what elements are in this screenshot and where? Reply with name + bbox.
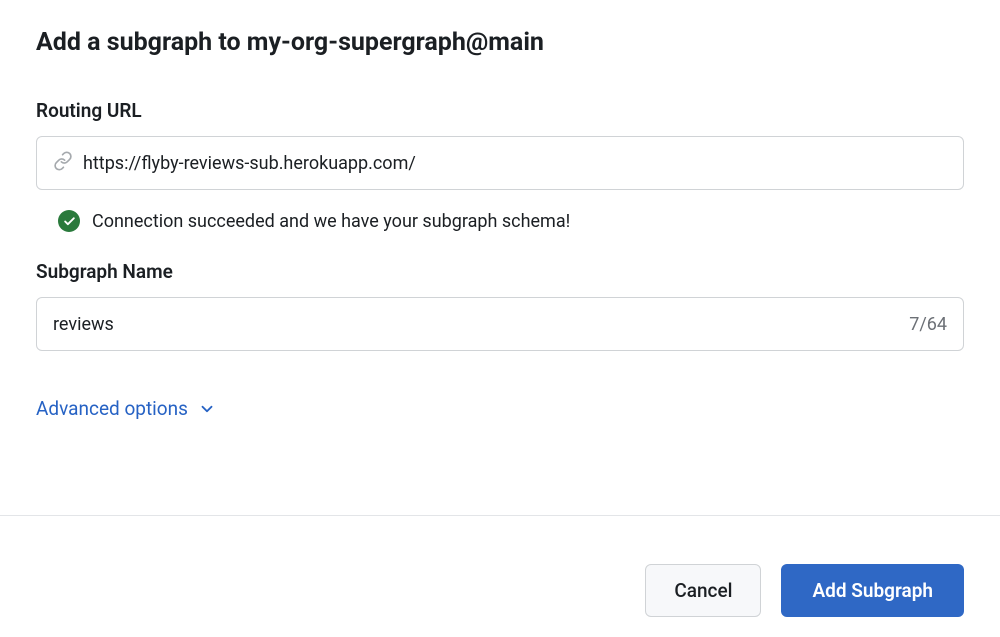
connection-status-row: Connection succeeded and we have your su… xyxy=(36,210,964,232)
subgraph-name-counter: 7/64 xyxy=(909,314,947,335)
add-subgraph-button[interactable]: Add Subgraph xyxy=(781,564,964,617)
cancel-button[interactable]: Cancel xyxy=(645,564,761,617)
dialog-footer: Cancel Add Subgraph xyxy=(0,515,1000,637)
subgraph-name-input[interactable] xyxy=(53,314,899,335)
routing-url-field-group: Routing URL Connection succeeded and we … xyxy=(36,99,964,232)
chevron-down-icon xyxy=(198,400,216,418)
add-subgraph-dialog: Add a subgraph to my-org-supergraph@main… xyxy=(0,0,1000,420)
link-icon xyxy=(53,151,73,175)
advanced-options-toggle[interactable]: Advanced options xyxy=(36,397,216,420)
subgraph-name-label: Subgraph Name xyxy=(36,260,964,283)
advanced-options-label: Advanced options xyxy=(36,397,188,420)
subgraph-name-input-wrapper[interactable]: 7/64 xyxy=(36,297,964,351)
subgraph-name-field-group: Subgraph Name 7/64 xyxy=(36,260,964,351)
dialog-title: Add a subgraph to my-org-supergraph@main xyxy=(36,28,964,57)
success-check-icon xyxy=(58,210,80,232)
connection-status-text: Connection succeeded and we have your su… xyxy=(92,211,570,232)
routing-url-label: Routing URL xyxy=(36,99,964,122)
routing-url-input-wrapper[interactable] xyxy=(36,136,964,190)
routing-url-input[interactable] xyxy=(83,153,947,174)
